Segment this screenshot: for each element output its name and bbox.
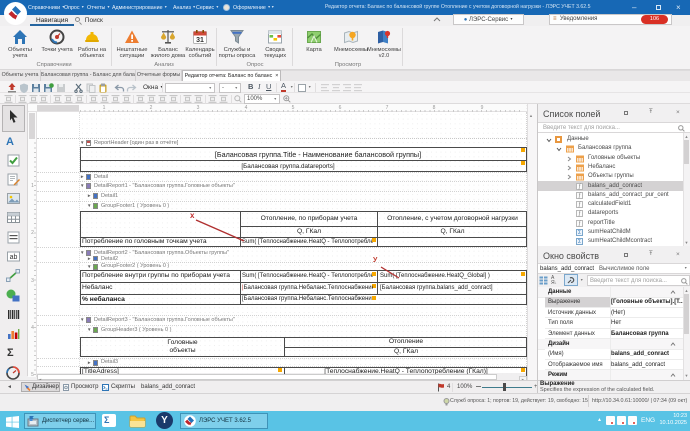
svg-text:31: 31 <box>196 37 204 44</box>
svg-text:ab: ab <box>10 254 18 261</box>
